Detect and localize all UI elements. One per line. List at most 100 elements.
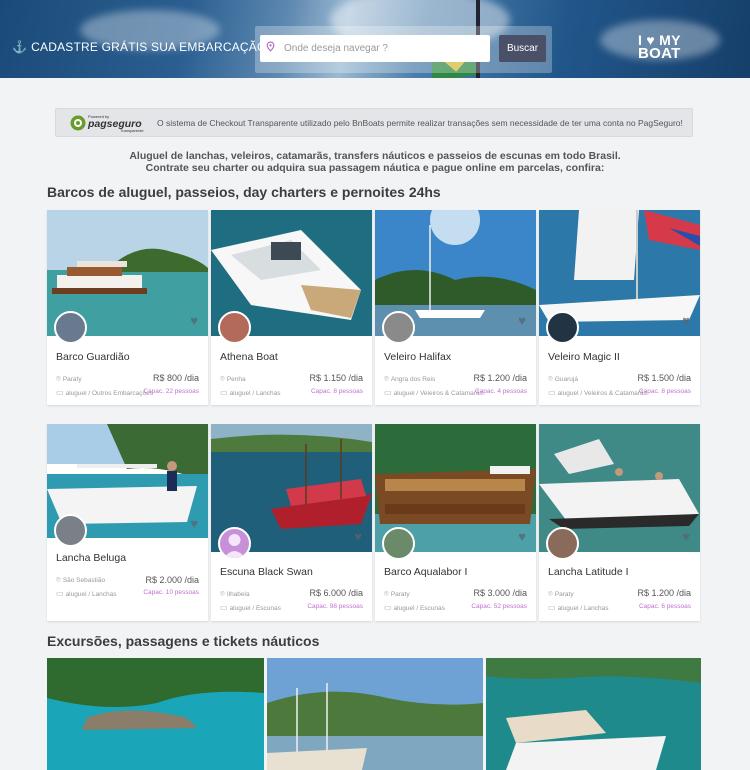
boat-name: Lancha Beluga [56,552,127,564]
boat-location: ⌾ Paraty [56,374,82,384]
location-text: Angra dos Reis [390,376,436,383]
boat-name: Veleiro Magic II [548,351,620,363]
location-text: São Sebastião [62,577,106,584]
heart-icon[interactable]: ♥ [682,313,690,328]
boat-price: R$ 6.000 /dia [309,588,363,598]
pagseguro-logo: Powered by pagseguro Transparente [70,113,154,133]
folder-icon: ▭ [220,388,228,397]
boat-name: Barco Aqualabor I [384,566,468,578]
svg-text:Transparente: Transparente [120,128,144,133]
folder-icon: ▭ [56,589,64,598]
boat-price: R$ 1.200 /dia [473,373,527,383]
category-text: aluguel / Lanchas [229,390,281,397]
search-box: Buscar [255,26,552,73]
owner-avatar[interactable] [218,311,251,344]
map-pin-icon [265,41,276,52]
map-pin-icon: ⌾ [384,589,389,598]
boat-card[interactable]: Athena Boat ⌾ Penha R$ 1.150 /dia ▭ alugue… [211,210,372,405]
intro-line2: Contrate seu charter ou adquira sua pass… [145,162,605,174]
boat-card[interactable]: ♥ Barco Aqualabor I ⌾ Paraty R$ 3.000 /di… [375,424,536,621]
logo-line2: BOAT [638,45,681,62]
boat-price: R$ 1.200 /dia [637,588,691,598]
map-pin-icon: ⌾ [548,374,553,383]
boat-location: ⌾ Ilhabela [220,589,250,599]
boat-location: ⌾ Penha [220,374,246,384]
category-text: aluguel / Escunas [229,605,281,612]
excursion-card[interactable] [47,658,264,770]
boat-location: ⌾ Paraty [548,589,574,599]
search-button[interactable]: Buscar [499,35,546,62]
boat-card[interactable]: ♥ Lancha Latitude I ⌾ Paraty R$ 1.200 /di… [539,424,700,621]
owner-avatar[interactable] [546,311,579,344]
boat-price: R$ 1.500 /dia [637,373,691,383]
heart-icon[interactable]: ♥ [682,529,690,544]
owner-avatar[interactable] [54,311,87,344]
heart-icon[interactable]: ♥ [190,313,198,328]
map-pin-icon: ⌾ [548,589,553,598]
boat-price: R$ 1.150 /dia [309,373,363,383]
heart-icon[interactable]: ♥ [190,516,198,531]
heart-icon[interactable]: ♥ [518,313,526,328]
folder-icon: ▭ [56,388,64,397]
folder-icon: ▭ [548,603,556,612]
boat-category: ▭ aluguel / Lanchas [220,388,281,397]
boat-card[interactable]: ♥ Veleiro Magic II ⌾ Guarujá R$ 1.500 /di… [539,210,700,405]
folder-icon: ▭ [384,388,392,397]
register-boat-link[interactable]: ⚓ CADASTRE GRÁTIS SUA EMBARCAÇÃO! [12,40,270,54]
boat-name: Escuna Black Swan [220,566,313,578]
boat-location: ⌾ Angra dos Reis [384,374,435,384]
owner-avatar[interactable] [382,311,415,344]
pagseguro-text: O sistema de Checkout Transparente utili… [157,118,683,128]
location-text: Paraty [554,591,574,598]
boat-capacity: Capac. 8 pessoas [638,388,691,395]
owner-avatar[interactable] [546,527,579,560]
boat-category: ▭ aluguel / Veleiros & Catamarãs [384,388,483,397]
location-text: Guarujá [554,376,578,383]
boat-card[interactable]: ♥ Veleiro Halifax ⌾ Angra dos Reis R$ 1.2… [375,210,536,405]
excursion-card[interactable] [267,658,483,770]
boat-capacity: Capac. 52 pessoas [471,603,527,610]
owner-avatar[interactable] [382,527,415,560]
boat-category: ▭ aluguel / Escunas [220,603,281,612]
folder-icon: ▭ [384,603,392,612]
map-pin-icon: ⌾ [56,374,61,383]
anchor-icon: ⚓ [12,40,28,54]
boat-price: R$ 2.000 /dia [145,575,199,585]
folder-icon: ▭ [548,388,556,397]
boat-price: R$ 3.000 /dia [473,588,527,598]
boat-card[interactable]: ♥ Lancha Beluga ⌾ São Sebastião R$ 2.000 … [47,424,208,621]
map-pin-icon: ⌾ [384,374,389,383]
boat-card[interactable]: ♥ Escuna Black Swan ⌾ Ilhabela R$ 6.000 /… [211,424,372,621]
boat-name: Lancha Latitude I [548,566,629,578]
boat-category: ▭ aluguel / Lanchas [56,589,117,598]
boat-capacity: Capac. 8 pessoas [310,388,363,395]
owner-avatar[interactable] [54,514,87,547]
boat-capacity: Capac. 6 pessoas [638,603,691,610]
category-text: aluguel / Lanchas [557,605,609,612]
location-text: Ilhabela [226,591,250,598]
boat-location: ⌾ Guarujá [548,374,578,384]
excursion-card[interactable] [486,658,701,770]
boat-category: ▭ aluguel / Lanchas [548,603,609,612]
search-input[interactable] [260,35,490,62]
heart-icon[interactable]: ♥ [518,529,526,544]
heart-icon[interactable]: ♥ [354,529,362,544]
boat-price: R$ 800 /dia [152,373,199,383]
category-text: aluguel / Veleiros & Catamarãs [557,390,647,397]
boat-capacity: Capac. 22 pessoas [143,388,199,395]
section-title-excursions: Excursões, passagens e tickets náuticos [47,633,320,649]
site-logo[interactable]: I ♥ MY BOAT [638,33,681,62]
location-text: Paraty [390,591,410,598]
map-pin-icon: ⌾ [220,374,225,383]
owner-avatar[interactable] [218,527,251,560]
boat-capacity: Capac. 10 pessoas [143,589,199,596]
folder-icon: ▭ [220,603,228,612]
boat-card[interactable]: ♥ Barco Guardião ⌾ Paraty R$ 800 /dia ▭ al… [47,210,208,405]
category-text: aluguel / Lanchas [65,591,117,598]
category-text: aluguel / Escunas [393,605,445,612]
boat-name: Veleiro Halifax [384,351,452,363]
boat-category: ▭ aluguel / Outros Embarcações [56,388,153,397]
location-text: Paraty [62,376,82,383]
location-text: Penha [226,376,246,383]
map-pin-icon: ⌾ [220,589,225,598]
